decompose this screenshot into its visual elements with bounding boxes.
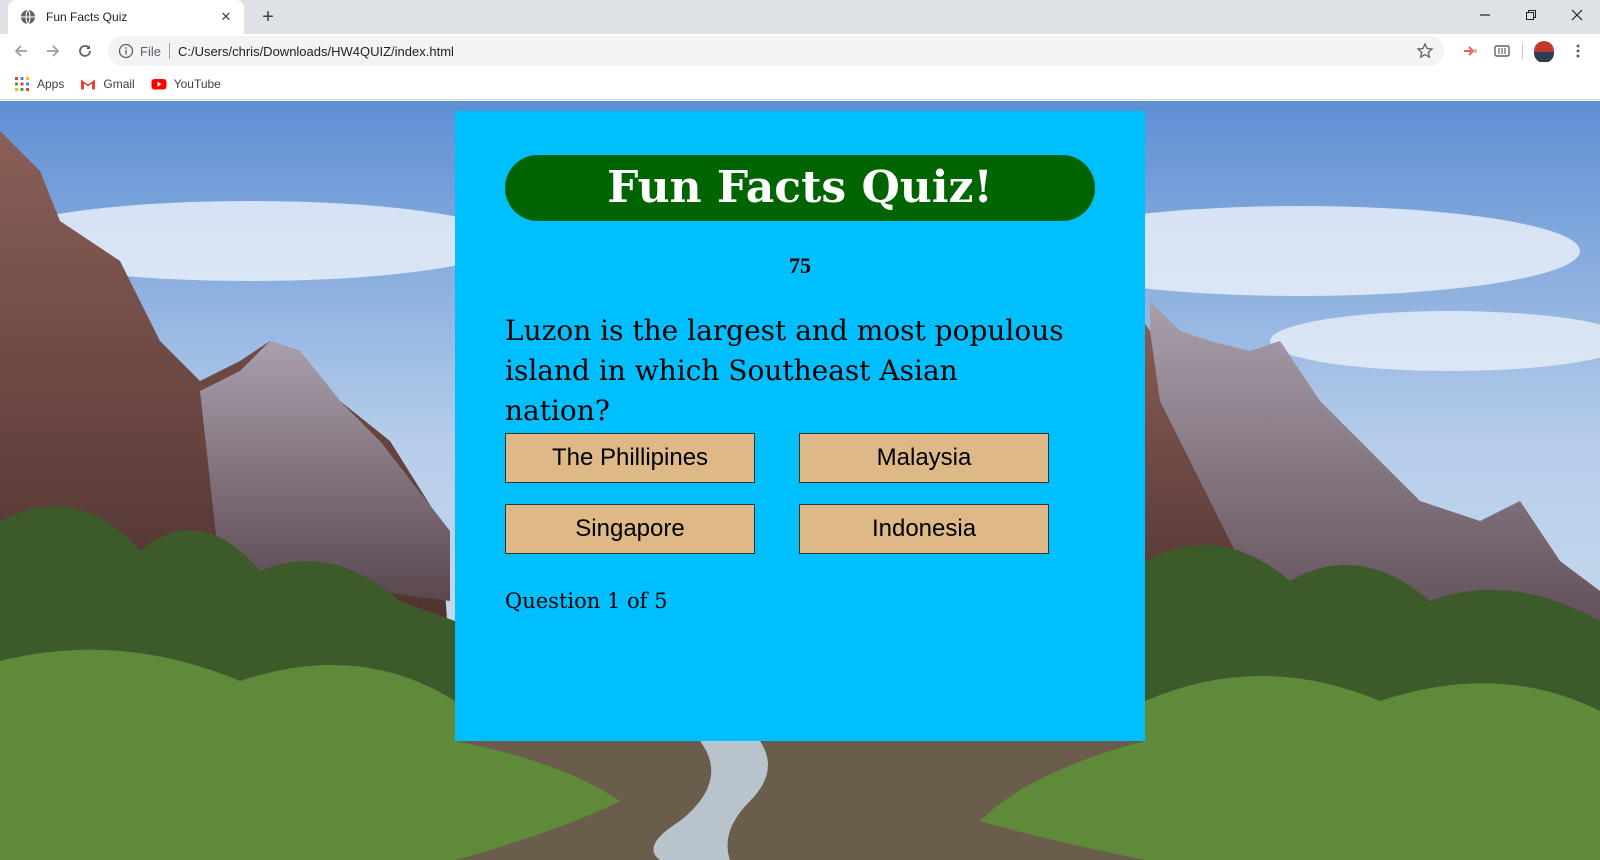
extension-button-2[interactable] bbox=[1490, 39, 1514, 63]
gmail-icon bbox=[81, 79, 96, 89]
bookmark-apps[interactable]: Apps bbox=[14, 76, 64, 92]
info-icon[interactable] bbox=[118, 43, 134, 59]
quiz-title: Fun Facts Quiz! bbox=[505, 155, 1095, 221]
countdown-timer: 75 bbox=[789, 253, 811, 278]
bookmarks-bar: Apps Gmail YouTube bbox=[0, 68, 1600, 100]
back-arrow-icon bbox=[14, 45, 27, 57]
answer-button-indonesia[interactable]: Indonesia bbox=[799, 504, 1049, 554]
scheme-label: File bbox=[140, 43, 161, 59]
tab-strip: Fun Facts Quiz ✕ + bbox=[0, 0, 1600, 34]
page-viewport: Fun Facts Quiz! 75 Luzon is the largest … bbox=[0, 101, 1600, 860]
bookmark-label: YouTube bbox=[173, 76, 221, 91]
bookmark-youtube[interactable]: YouTube bbox=[151, 76, 221, 92]
toolbar-divider bbox=[1522, 43, 1523, 59]
tab-title: Fun Facts Quiz bbox=[46, 10, 128, 24]
answer-button-phillipines[interactable]: The Phillipines bbox=[505, 433, 755, 483]
bookmark-label: Gmail bbox=[103, 76, 135, 91]
close-window-button[interactable] bbox=[1554, 0, 1600, 30]
apps-grid-icon bbox=[15, 76, 29, 91]
menu-button[interactable] bbox=[1566, 39, 1590, 63]
forward-button[interactable] bbox=[40, 38, 66, 64]
minimize-button[interactable] bbox=[1462, 0, 1508, 30]
close-icon bbox=[1571, 9, 1583, 21]
forward-arrow-icon bbox=[47, 45, 60, 57]
reload-icon bbox=[79, 45, 91, 57]
extension-button-1[interactable] bbox=[1458, 39, 1482, 63]
question-progress: Question 1 of 5 bbox=[505, 589, 668, 613]
reload-button[interactable] bbox=[72, 38, 98, 64]
bookmark-star-icon[interactable] bbox=[1416, 42, 1434, 60]
answer-button-malaysia[interactable]: Malaysia bbox=[799, 433, 1049, 483]
restore-icon bbox=[1526, 10, 1536, 20]
profile-button[interactable] bbox=[1532, 39, 1556, 63]
quiz-card: Fun Facts Quiz! 75 Luzon is the largest … bbox=[455, 111, 1145, 741]
browser-tab[interactable]: Fun Facts Quiz ✕ bbox=[8, 0, 244, 34]
new-tab-button[interactable]: + bbox=[256, 5, 280, 29]
restore-button[interactable] bbox=[1508, 0, 1554, 30]
minimize-icon bbox=[1480, 14, 1490, 16]
kebab-menu-icon bbox=[1576, 44, 1580, 58]
bookmark-gmail[interactable]: Gmail bbox=[80, 76, 135, 92]
extension-tablet-icon bbox=[1494, 45, 1510, 57]
bookmark-label: Apps bbox=[37, 76, 65, 91]
answer-button-singapore[interactable]: Singapore bbox=[505, 504, 755, 554]
avatar bbox=[1534, 41, 1554, 62]
close-tab-icon[interactable]: ✕ bbox=[218, 9, 234, 25]
address-bar[interactable]: File C:/Users/chris/Downloads/HW4QUIZ/in… bbox=[108, 36, 1444, 66]
omnibox-divider bbox=[168, 43, 170, 59]
browser-toolbar: File C:/Users/chris/Downloads/HW4QUIZ/in… bbox=[0, 34, 1600, 68]
globe-icon bbox=[21, 9, 35, 25]
question-text: Luzon is the largest and most populous i… bbox=[505, 314, 1064, 427]
back-button[interactable] bbox=[8, 38, 34, 64]
extension-arrow-icon bbox=[1464, 46, 1477, 56]
url-text[interactable]: C:/Users/chris/Downloads/HW4QUIZ/index.h… bbox=[178, 44, 454, 59]
youtube-icon bbox=[151, 78, 167, 89]
